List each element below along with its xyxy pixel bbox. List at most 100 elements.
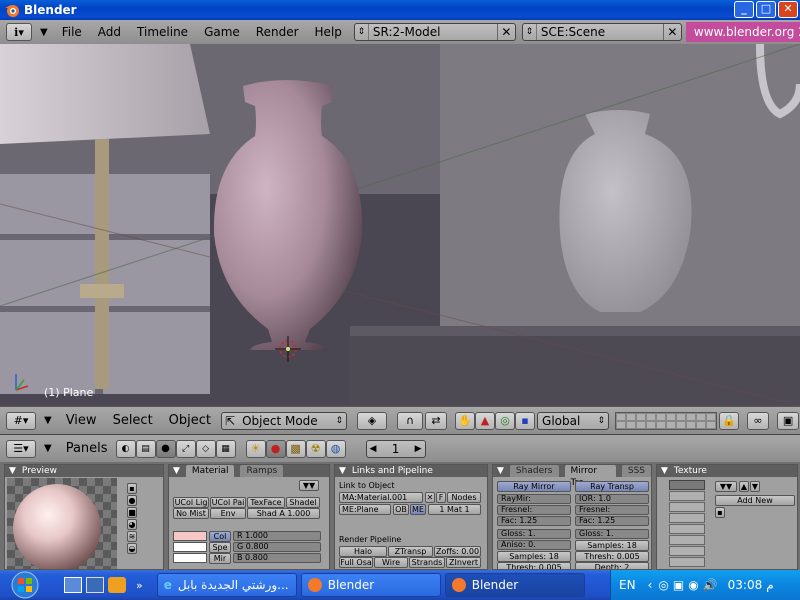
shading-context-button[interactable]: ● xyxy=(155,439,176,458)
switch-windows-icon[interactable] xyxy=(86,577,104,593)
mirror-color-swatch[interactable] xyxy=(173,553,207,563)
draw-type-button[interactable]: ◈ xyxy=(357,411,388,430)
3d-viewport[interactable]: (1) Plane xyxy=(0,44,800,406)
mode-value[interactable]: Object Mode xyxy=(238,414,332,428)
logic-context-button[interactable]: ◐ xyxy=(115,439,136,458)
ray-mirror-button[interactable]: Ray Mirror xyxy=(497,481,571,492)
scene-name[interactable]: SCE:Scene xyxy=(537,25,663,39)
wire-button[interactable]: Wire xyxy=(374,557,408,568)
menu-render[interactable]: Render xyxy=(248,25,307,39)
tab-material[interactable]: Material xyxy=(185,465,235,477)
link-button[interactable]: ∞ xyxy=(747,411,770,430)
tab-mirror-transp[interactable]: Mirror Tra xyxy=(564,465,616,488)
material-index-field[interactable]: 1 Mat 1 xyxy=(428,504,481,515)
no-mist-button[interactable]: No Mist xyxy=(173,508,209,519)
raymir-slider[interactable]: RayMir: xyxy=(497,494,571,504)
translate-manipulator[interactable]: ▲ xyxy=(475,411,496,430)
panel-collapse-icon[interactable]: ▼ xyxy=(661,465,668,477)
render-preview-button[interactable]: ▣ xyxy=(777,411,800,430)
maximize-button[interactable]: □ xyxy=(756,1,776,18)
transp-samples-field[interactable]: Samples: 18 xyxy=(575,540,649,551)
show-desktop-icon[interactable] xyxy=(64,577,82,593)
specular-color-swatch[interactable] xyxy=(173,542,207,552)
shadeless-button[interactable]: Shadel xyxy=(286,497,320,508)
mesh-name-field[interactable]: ME:Plane xyxy=(339,504,391,515)
preview-flat-button[interactable]: ▪ xyxy=(127,483,137,494)
editor-type-button[interactable]: ☰ ▾ xyxy=(6,439,36,458)
tab-ramps[interactable]: Ramps xyxy=(240,465,284,477)
thresh-field[interactable]: Thresh: 0.005 xyxy=(497,562,571,569)
language-indicator[interactable]: EN xyxy=(619,578,636,592)
updown-icon[interactable]: ⇕ xyxy=(523,24,537,40)
tray-expand-icon[interactable]: ‹ xyxy=(648,578,653,592)
panel-collapse-icon[interactable]: ▼ xyxy=(497,465,504,477)
taskbar-item-blender-2[interactable]: Blender xyxy=(444,573,585,597)
transp-fac-slider[interactable]: Fac: 1.25 xyxy=(575,516,649,526)
collapse-menu-icon[interactable]: ▼ xyxy=(44,415,52,426)
pivot-button[interactable]: ∩ xyxy=(397,411,424,430)
gloss-slider[interactable]: Gloss: 1. xyxy=(497,529,571,539)
menu-select[interactable]: Select xyxy=(105,413,161,428)
add-new-texture-button[interactable]: Add New xyxy=(715,495,795,506)
world-button[interactable]: ◍ xyxy=(325,439,346,458)
menu-timeline[interactable]: Timeline xyxy=(129,25,196,39)
transp-thresh-field[interactable]: Thresh: 0.005 xyxy=(575,551,649,562)
env-button[interactable]: Env xyxy=(210,508,246,519)
object-context-button[interactable]: ⤢ xyxy=(175,439,196,458)
collapse-menu-icon[interactable]: ▼ xyxy=(44,443,52,454)
decrement-icon[interactable]: ◀ xyxy=(367,444,377,454)
col-button[interactable]: Col xyxy=(209,531,231,542)
quick-launch-more-icon[interactable]: » xyxy=(136,579,143,592)
panel-collapse-icon[interactable]: ▼ xyxy=(173,465,180,477)
delete-scene-icon[interactable]: ✕ xyxy=(662,24,681,40)
texture-browse-button[interactable]: ▪ xyxy=(715,507,725,518)
menu-panels[interactable]: Panels xyxy=(58,441,116,456)
scene-selector[interactable]: ⇕ SCE:Scene ✕ xyxy=(521,23,682,41)
clock[interactable]: 03:08 xyxy=(728,578,763,592)
material-button[interactable]: ● xyxy=(265,439,286,458)
diffuse-color-swatch[interactable] xyxy=(173,531,207,541)
screen-selector[interactable]: ⇕ SR:2-Model ✕ xyxy=(353,23,516,41)
layers-grid-a[interactable] xyxy=(615,411,718,430)
panel-collapse-icon[interactable]: ▼ xyxy=(9,465,16,477)
scale-manipulator[interactable]: ▪ xyxy=(515,411,536,430)
ray-transp-button[interactable]: Ray Transp xyxy=(575,481,649,492)
zoffs-field[interactable]: Zoffs: 0.00 xyxy=(434,546,481,557)
delete-screen-icon[interactable]: ✕ xyxy=(496,24,515,40)
editor-type-button[interactable]: # ▾ xyxy=(6,411,36,430)
media-player-icon[interactable] xyxy=(108,577,126,593)
tab-sss[interactable]: SSS xyxy=(621,465,651,477)
orientation-selector[interactable]: Global ⇕ xyxy=(537,411,610,430)
zinvert-button[interactable]: ZInvert xyxy=(446,557,481,568)
texture-button[interactable]: ▩ xyxy=(285,439,306,458)
ucol-paint-button[interactable]: UCol Pai xyxy=(210,497,246,508)
network-icon[interactable]: ◎ xyxy=(658,578,668,592)
fac-slider[interactable]: Fac: 1.25 xyxy=(497,516,571,526)
material-name-field[interactable]: MA:Material.001 xyxy=(339,492,423,503)
close-button[interactable]: ✕ xyxy=(778,1,798,18)
ucol-light-button[interactable]: UCol Lig xyxy=(173,497,209,508)
volume-icon[interactable]: 🔊 xyxy=(703,578,718,592)
taskbar-item-blender-1[interactable]: Blender xyxy=(300,573,441,597)
updown-icon[interactable]: ⇕ xyxy=(355,24,369,40)
blue-slider[interactable]: B 0.800 xyxy=(233,553,321,563)
tex-copy-paste-buttons[interactable]: ▼▼ xyxy=(715,481,737,492)
minimize-button[interactable]: _ xyxy=(734,1,754,18)
fresnel-slider[interactable]: Fresnel: xyxy=(497,505,571,515)
spe-button[interactable]: Spe xyxy=(209,542,231,553)
fake-user-button[interactable]: ✕ xyxy=(425,492,435,503)
f-button[interactable]: F xyxy=(436,492,446,503)
transp-fresnel-slider[interactable]: Fresnel: xyxy=(575,505,649,515)
script-context-button[interactable]: ▤ xyxy=(135,439,156,458)
lock-layers-button[interactable]: 🔒 xyxy=(719,411,740,430)
panel-collapse-icon[interactable]: ▼ xyxy=(339,465,346,477)
menu-view[interactable]: View xyxy=(58,413,105,428)
lamp-button[interactable]: ☀ xyxy=(245,439,266,458)
depth-field[interactable]: Depth: 2 xyxy=(575,562,649,569)
radiosity-button[interactable]: ☢ xyxy=(305,439,326,458)
tab-shaders[interactable]: Shaders xyxy=(509,465,559,477)
me-button[interactable]: ME xyxy=(410,504,426,515)
menu-game[interactable]: Game xyxy=(196,25,248,39)
move-down-button[interactable]: ▼ xyxy=(750,481,760,492)
texture-channel-list[interactable] xyxy=(669,480,705,569)
